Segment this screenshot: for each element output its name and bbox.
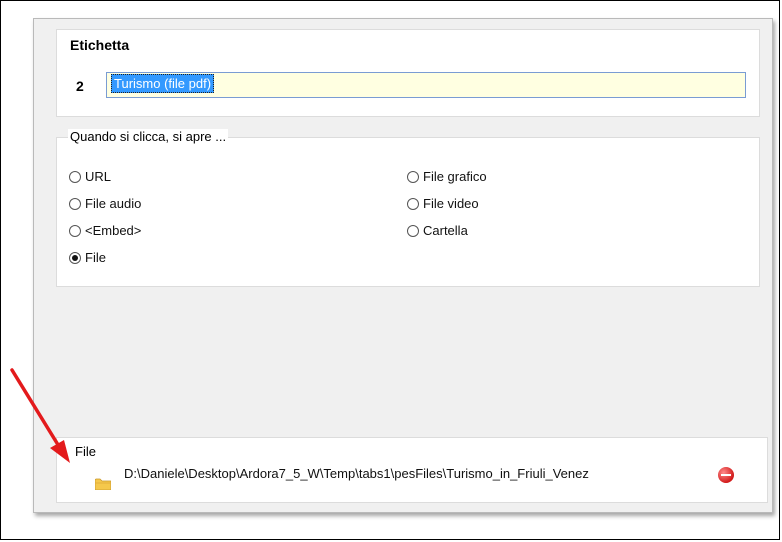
radio-file-video-circle	[407, 197, 419, 210]
radio-file-grafico-label: File grafico	[423, 169, 487, 184]
radio-file-grafico[interactable]: File grafico	[407, 169, 487, 184]
folder-icon[interactable]	[95, 478, 111, 490]
file-section: File D:\Daniele\Desktop\Ardora7_5_W\Temp…	[56, 437, 768, 503]
radio-cartella-circle	[407, 224, 419, 237]
radio-embed[interactable]: <Embed>	[69, 223, 141, 238]
label-input-text: Turismo (file pdf)	[111, 74, 215, 93]
radio-file[interactable]: File	[69, 250, 106, 265]
radio-file-audio[interactable]: File audio	[69, 196, 141, 211]
radio-file-video[interactable]: File video	[407, 196, 479, 211]
radio-url[interactable]: URL	[69, 169, 111, 184]
radio-file-audio-label: File audio	[85, 196, 142, 211]
label-number: 2	[76, 78, 84, 94]
remove-icon[interactable]	[718, 467, 734, 483]
radio-url-label: URL	[85, 169, 112, 184]
radio-file-label: File	[85, 250, 106, 265]
label-section-title: Etichetta	[68, 37, 132, 53]
radio-file-video-label: File video	[423, 196, 479, 211]
radio-file-circle	[69, 251, 81, 264]
open-type-section-title: Quando si clicca, si apre ...	[68, 129, 229, 144]
radio-url-circle	[69, 170, 81, 183]
file-section-title: File	[73, 444, 98, 459]
file-path: D:\Daniele\Desktop\Ardora7_5_W\Temp\tabs…	[124, 466, 589, 481]
radio-cartella-label: Cartella	[423, 223, 468, 238]
radio-file-audio-circle	[69, 197, 81, 210]
link-properties-panel: Etichetta 2 Turismo (file pdf) Quando si…	[33, 18, 773, 513]
radio-cartella[interactable]: Cartella	[407, 223, 468, 238]
label-input[interactable]: Turismo (file pdf)	[106, 72, 746, 98]
radio-embed-label: <Embed>	[85, 223, 142, 238]
radio-embed-circle	[69, 224, 81, 237]
radio-file-grafico-circle	[407, 170, 419, 183]
open-type-section	[56, 137, 760, 287]
